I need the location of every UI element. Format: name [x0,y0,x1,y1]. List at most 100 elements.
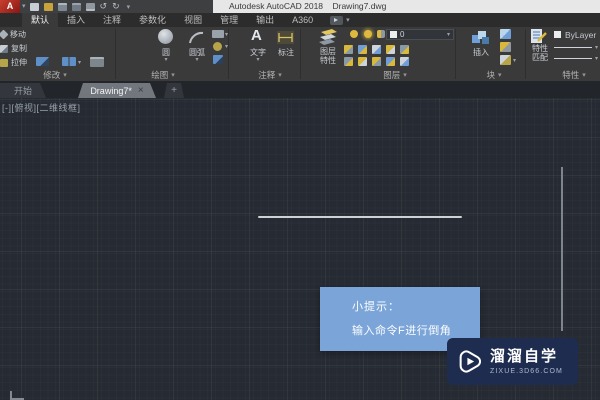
layer-dropdown[interactable]: 0 ▾ [386,29,454,40]
layer-tool-icon[interactable] [400,45,409,54]
object-color-dropdown[interactable]: ByLayer [554,29,600,40]
block-attributes-icon[interactable] [500,55,511,65]
close-icon[interactable]: × [138,85,144,96]
layer-tool-icon[interactable] [358,57,367,66]
copy-icon [0,44,8,53]
ribbon-tab-output[interactable]: 输出 [247,13,283,27]
hatch-tool-icon[interactable] [213,55,223,64]
match-properties-icon[interactable] [531,29,548,43]
array-tool-icon[interactable] [36,57,49,66]
title-bar: A ▾ ↺ ↻ ▾ Autodesk AutoCAD 2018 Drawing7… [0,0,600,13]
panel-label-text: 图层 [383,70,401,80]
layer-tool-icon[interactable] [358,45,367,54]
chevron-down-icon[interactable]: ▾ [254,56,262,63]
panel-separator [455,29,456,79]
new-file-icon[interactable] [29,2,39,11]
chevron-down-icon: ▾ [594,56,598,62]
panel-label-modify[interactable]: 修改 ▾ [28,69,82,81]
ellipse-tool-icon[interactable] [213,42,222,51]
create-block-icon[interactable] [500,29,511,39]
save-as-icon[interactable] [71,2,81,11]
layer-tool-icon[interactable] [372,45,381,54]
chevron-down-icon[interactable]: ▾ [78,59,81,66]
panel-separator [300,29,301,79]
redo-icon[interactable]: ↻ [112,2,120,11]
layer-tool-icon[interactable] [386,57,395,66]
new-drawing-tab-button[interactable]: + [164,83,184,98]
panel-label-text: 修改 [43,70,61,80]
media-dropdown-button[interactable]: ▾ [330,13,350,27]
layer-tool-icon[interactable] [372,57,381,66]
erase-tool-icon[interactable] [90,57,104,67]
dimension-tool-icon[interactable] [277,31,294,44]
ribbon-tab-a360[interactable]: A360 [283,13,322,27]
selection-tool-icon[interactable] [62,57,76,66]
autocad-window: A ▾ ↺ ↻ ▾ Autodesk AutoCAD 2018 Drawing7… [0,0,600,400]
line-entity-horizontal[interactable] [258,216,462,218]
layer-tool-icon[interactable] [344,57,353,66]
modify-tool-move[interactable]: 移动 [0,29,26,40]
panel-label-annotate[interactable]: 注释 ▾ [242,69,298,81]
chevron-down-icon[interactable]: ▾ [193,56,201,63]
chevron-down-icon[interactable]: ▾ [513,57,516,64]
panel-label-draw[interactable]: 绘图 ▾ [136,69,190,81]
chevron-down-icon[interactable]: ▾ [22,0,26,13]
match-properties-label-2[interactable]: 匹配 [529,54,551,62]
modify-tool-copy[interactable]: 复制 [0,43,27,54]
autocad-app-menu-button[interactable]: A [0,0,20,13]
panel-label-properties[interactable]: 特性 ▾ [548,69,600,81]
dimension-tool-label[interactable]: 标注 [274,47,298,58]
tool-label: 复制 [11,44,27,53]
save-icon[interactable] [57,2,67,11]
panel-label-block[interactable]: 块 ▾ [472,69,516,81]
layer-color-swatch [390,31,397,38]
linetype-dropdown[interactable]: ▾ [554,43,598,52]
chevron-down-icon: ▾ [498,72,502,79]
watermark-text: 溜溜自学 ZIXUE.3D66.COM [490,348,563,375]
ribbon-tab-view[interactable]: 视图 [175,13,211,27]
drawing-canvas[interactable]: [-][俯视][二维线框] 小提示： 输入命令F进行倒角 溜溜自学 ZIXUE.… [0,98,600,400]
circle-tool-icon[interactable] [158,29,173,44]
panel-label-text: 特性 [562,70,580,80]
layer-tool-icon[interactable] [386,45,395,54]
arc-tool-icon[interactable] [188,30,205,45]
undo-icon[interactable]: ↺ [100,2,108,11]
insert-block-icon[interactable] [470,29,492,45]
ribbon-tab-home[interactable]: 默认 [22,13,59,27]
chevron-down-icon[interactable]: ▾ [127,3,131,11]
layer-on-bulb-icon[interactable] [350,30,358,38]
file-tab-drawing7[interactable]: Drawing7* × [78,83,156,98]
layer-properties-icon[interactable] [316,28,340,45]
stretch-icon [0,58,8,67]
layer-tool-icon[interactable] [400,57,409,66]
layer-freeze-icon[interactable] [377,30,385,38]
text-tool-icon[interactable]: A [251,28,262,44]
chevron-down-icon: ▾ [171,72,175,79]
ribbon-tab-annotate[interactable]: 注释 [94,13,130,27]
linetype-sample [554,46,592,49]
viewport-controls[interactable]: [-][俯视][二维线框] [2,101,81,114]
layer-properties-label-2[interactable]: 特性 [316,55,340,66]
plus-icon: + [171,85,177,96]
modify-tool-stretch[interactable]: 拉伸 [0,57,27,68]
ribbon-tab-manage[interactable]: 管理 [211,13,247,27]
edit-block-icon[interactable] [500,42,511,52]
ribbon-tab-insert[interactable]: 插入 [58,13,94,27]
ribbon-tab-parametric[interactable]: 参数化 [130,13,175,27]
plot-icon[interactable] [85,2,95,11]
line-entity-vertical[interactable] [561,167,563,331]
layer-tool-icon[interactable] [344,45,353,54]
panel-label-layers[interactable]: 图层 ▾ [368,69,422,81]
rectangle-tool-icon[interactable] [212,30,224,38]
insert-block-label[interactable]: 插入 [468,47,494,58]
match-properties-label-1[interactable]: 特性 [529,45,551,53]
file-tab-start[interactable]: 开始 [0,83,46,98]
open-file-icon[interactable] [43,2,53,11]
lineweight-dropdown[interactable]: ▾ [554,54,598,63]
chevron-down-icon: ▾ [446,32,450,38]
chevron-down-icon[interactable]: ▾ [162,56,170,63]
file-tab-label: 开始 [13,86,32,96]
watermark-badge: 溜溜自学 ZIXUE.3D66.COM [447,338,578,385]
move-icon [0,29,9,40]
layer-thaw-sun-icon[interactable] [364,30,372,38]
